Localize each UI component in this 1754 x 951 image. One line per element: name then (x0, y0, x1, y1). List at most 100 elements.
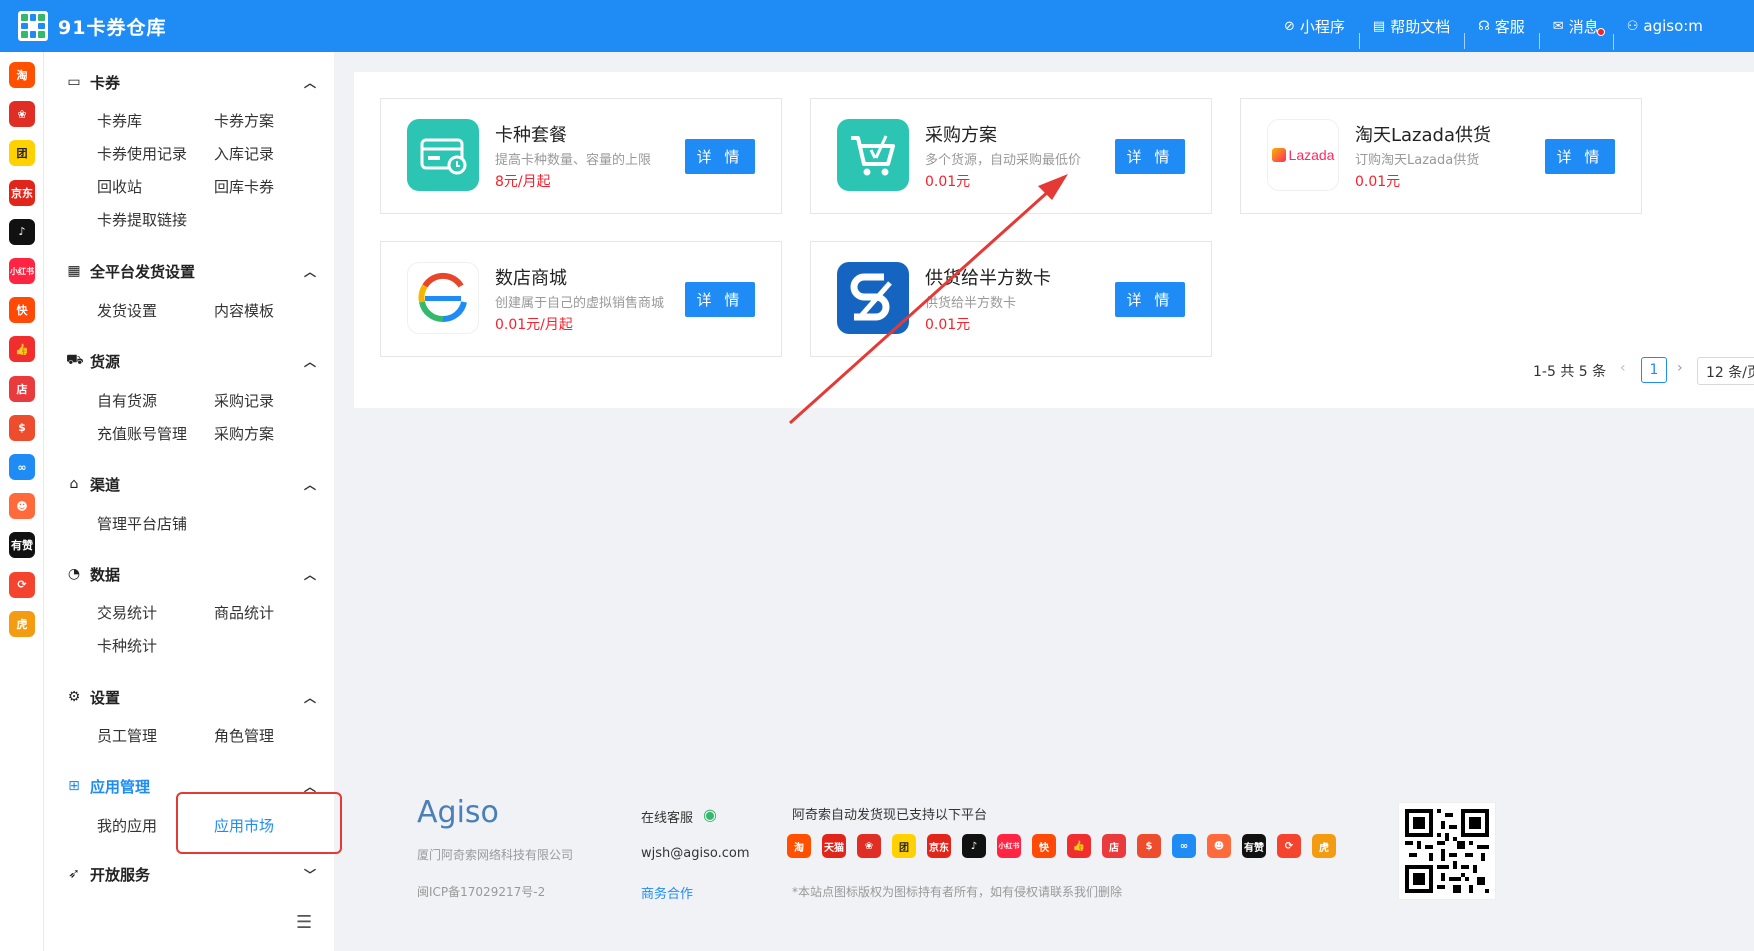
platform-youzan-icon[interactable]: 有赞 (9, 532, 35, 559)
sidebar-item-returned-cards[interactable]: 回库卡券 (214, 176, 274, 197)
chevron-down-icon: ﹀ (303, 867, 316, 882)
platform-strip: 淘 ❀ 团京东 ♪ 小红书快 👍 店 $ ∞ ☻ 有赞 ⟳ 虎 (0, 52, 44, 951)
footer-platform-icon: ⟳ (1277, 834, 1301, 858)
platform-kuaishou-icon[interactable]: 快 (9, 297, 35, 324)
platform-taobao-icon[interactable]: 淘 (9, 62, 35, 88)
sidebar-item-stock-in[interactable]: 入库记录 (214, 143, 274, 164)
platform-meituan-icon[interactable]: 团 (9, 140, 35, 167)
card-price: 0.01元 (1355, 174, 1401, 190)
sidebar-item-card-usage[interactable]: 卡券使用记录 (97, 143, 187, 164)
footer-online-service[interactable]: 在线客服 (641, 807, 693, 826)
app-title: 91卡券仓库 (58, 16, 167, 39)
qr-code-image (1398, 802, 1496, 900)
prev-page-icon[interactable]: ‹ (1620, 360, 1626, 376)
detail-button[interactable]: 详 情 (1545, 139, 1615, 174)
menu-group-label: 开放服务 (90, 865, 151, 884)
menu-group-source[interactable]: ⛟ 货源 ︿ (66, 349, 316, 373)
card-title: 数店商城 (495, 268, 567, 289)
sidebar-item-roles[interactable]: 角色管理 (214, 725, 274, 746)
platform-link-icon[interactable]: ∞ (9, 454, 35, 480)
sidebar-item-recycle-bin[interactable]: 回收站 (97, 176, 142, 197)
nav-user[interactable]: ⚇ agiso:m (1612, 17, 1717, 50)
card-description: 供货给半方数卡 (925, 296, 1017, 311)
next-page-icon[interactable]: › (1677, 360, 1683, 376)
nav-mini-program[interactable]: ⊘ 小程序 (1270, 16, 1359, 37)
card-title: 卡种套餐 (495, 125, 567, 146)
footer-brand-logo: Agiso (417, 795, 499, 830)
pie-chart-icon: ◔ (67, 566, 81, 582)
sidebar-item-delivery-settings[interactable]: 发货设置 (97, 300, 157, 321)
platform-xiaohongshu-icon[interactable]: 小红书 (9, 258, 35, 284)
platform-tiger-icon[interactable]: 虎 (9, 610, 35, 637)
sidebar-item-trade-stats[interactable]: 交易统计 (97, 602, 157, 623)
platform-kuaidian-icon[interactable]: ⟳ (9, 571, 35, 598)
sidebar-item-manage-shops[interactable]: 管理平台店铺 (97, 513, 187, 534)
platform-shopee-icon[interactable]: $ (9, 414, 35, 441)
platform-face-icon[interactable]: ☻ (9, 493, 35, 520)
platform-dianzan-icon[interactable]: 👍 (9, 336, 35, 363)
chevron-up-icon: ︿ (303, 477, 316, 492)
sidebar-item-recharge-accounts[interactable]: 充值账号管理 (97, 423, 187, 444)
card-title: 供货给半方数卡 (925, 268, 1051, 289)
detail-button[interactable]: 详 情 (1115, 282, 1185, 317)
top-nav: ⊘ 小程序 ▤ 帮助文档 ☊ 客服 ✉ 消息 ⚇ agiso:m (1270, 0, 1717, 52)
menu-group-settings[interactable]: ⚙ 设置 ︿ (66, 685, 316, 709)
sidebar-item-card-plan[interactable]: 卡券方案 (214, 110, 274, 131)
platform-jd-icon[interactable]: 京东 (9, 179, 35, 206)
card-description: 多个货源，自动采购最低价 (925, 153, 1082, 168)
collapse-menu-icon[interactable]: ☰ (296, 912, 312, 933)
footer-email[interactable]: wjsh@agiso.com (641, 846, 749, 861)
shopping-cart-icon (837, 119, 909, 191)
footer-icp[interactable]: 闽ICP备17029217号-2 (417, 883, 545, 900)
wechat-icon[interactable]: ◉ (703, 805, 717, 824)
sidebar-item-goods-stats[interactable]: 商品统计 (214, 602, 274, 623)
app-logo[interactable]: 91卡券仓库 (18, 11, 166, 41)
page-size-select[interactable]: 12 条/页 (1697, 357, 1754, 385)
footer-business-link[interactable]: 商务合作 (641, 883, 693, 902)
platform-douyin-icon[interactable]: ♪ (9, 218, 35, 245)
user-name: agiso:m (1643, 17, 1703, 35)
detail-button[interactable]: 详 情 (685, 282, 755, 317)
detail-button[interactable]: 详 情 (1115, 139, 1185, 174)
chevron-up-icon: ︿ (303, 567, 316, 582)
nav-customer-service[interactable]: ☊ 客服 (1464, 16, 1539, 49)
menu-group-card[interactable]: ▭ 卡券 ︿ (66, 70, 316, 94)
menu-group-label: 全平台发货设置 (90, 262, 196, 281)
nav-help-docs[interactable]: ▤ 帮助文档 (1358, 16, 1464, 49)
sidebar-item-my-apps[interactable]: 我的应用 (97, 815, 157, 836)
menu-group-open-service[interactable]: ➶ 开放服务 ﹀ (66, 862, 316, 886)
app-card: 采购方案 多个货源，自动采购最低价 0.01元 详 情 (810, 98, 1212, 214)
nav-label: 小程序 (1299, 17, 1345, 36)
half-card-logo-icon (837, 262, 909, 334)
sidebar-item-own-source[interactable]: 自有货源 (97, 390, 157, 411)
menu-group-channel[interactable]: ⌂ 渠道 ︿ (66, 472, 316, 496)
sidebar-item-purchase-records[interactable]: 采购记录 (214, 390, 274, 411)
sidebar-item-extract-link[interactable]: 卡券提取链接 (97, 209, 187, 230)
sidebar-item-purchase-plan[interactable]: 采购方案 (214, 423, 274, 444)
menu-group-label: 卡券 (90, 73, 121, 92)
sidebar-item-staff[interactable]: 员工管理 (97, 725, 157, 746)
footer-platform-icon: 淘 (787, 834, 811, 858)
mini-program-icon: ⊘ (1284, 18, 1295, 34)
menu-group-stats[interactable]: ◔ 数据 ︿ (66, 562, 316, 586)
nav-label: 消息 (1568, 17, 1599, 36)
page-number-current[interactable]: 1 (1641, 357, 1667, 383)
menu-group-label: 数据 (90, 565, 121, 584)
footer-platform-icon: 团 (892, 834, 916, 858)
nav-messages[interactable]: ✉ 消息 (1538, 16, 1613, 49)
menu-group-label: 渠道 (90, 475, 121, 494)
detail-button[interactable]: 详 情 (685, 139, 755, 174)
footer-platform-icon: 有赞 (1242, 834, 1266, 858)
menu-group-delivery[interactable]: ▦ 全平台发货设置 ︿ (66, 259, 316, 283)
sidebar-item-content-template[interactable]: 内容模板 (214, 300, 274, 321)
store-mall-icon (407, 262, 479, 334)
sidebar-item-card-library[interactable]: 卡券库 (97, 110, 142, 131)
footer-platform-icon: 虎 (1312, 834, 1336, 858)
platform-pinduoduo-icon[interactable]: ❀ (9, 101, 35, 128)
platform-weidian-icon[interactable]: 店 (9, 375, 35, 402)
footer-platform-icon: 快 (1032, 834, 1056, 858)
sidebar-item-card-type-stats[interactable]: 卡种统计 (97, 635, 157, 656)
menu-group-label: 货源 (90, 352, 121, 371)
top-bar: 91卡券仓库 ⊘ 小程序 ▤ 帮助文档 ☊ 客服 ✉ 消息 ⚇ agiso:m (0, 0, 1754, 52)
footer-platform-icon: ❀ (857, 834, 881, 858)
